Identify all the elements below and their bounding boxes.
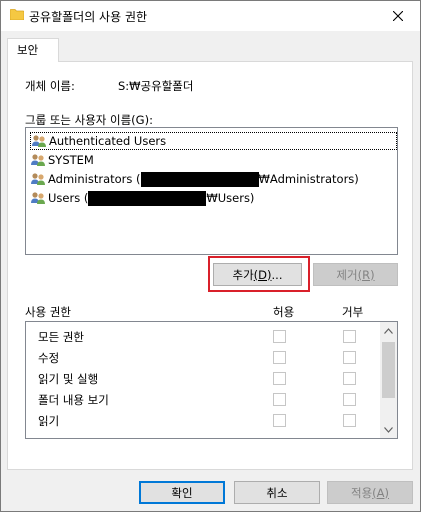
apply-button-label: 적용 — [350, 485, 373, 500]
deny-checkbox[interactable] — [343, 330, 356, 343]
folder-icon — [10, 9, 24, 20]
users-icon — [31, 173, 45, 185]
allow-checkbox[interactable] — [273, 351, 286, 364]
permission-label: 폴더 내용 보기 — [38, 393, 109, 407]
allow-checkbox[interactable] — [273, 330, 286, 343]
scroll-up-button[interactable] — [380, 322, 397, 339]
tab-security-label: 보안 — [17, 43, 39, 57]
user-item-authenticated-users[interactable]: Authenticated Users — [30, 132, 397, 150]
cancel-button[interactable]: 취소 — [234, 481, 320, 504]
user-item-suffix: ₩Administrators) — [258, 172, 359, 186]
apply-button-mnemonic: (A) — [372, 485, 389, 500]
redaction-bar — [88, 190, 207, 206]
permissions-header: 사용 권한 — [25, 305, 71, 319]
users-icon — [32, 135, 46, 147]
user-list[interactable]: Authenticated Users SYSTEM Administrator… — [25, 127, 398, 255]
permission-label: 모든 권한 — [38, 330, 84, 344]
permissions-scrollbar[interactable] — [380, 322, 397, 438]
title-bar: 공유할폴더의 사용 권한 — [1, 1, 420, 31]
object-name-label: 개체 이름: — [25, 79, 75, 93]
users-icon — [31, 154, 45, 166]
object-name-value: S:₩공유할폴더 — [118, 79, 194, 93]
user-item-suffix: ₩Users) — [206, 191, 255, 205]
add-button-highlight — [208, 256, 310, 292]
permission-label: 읽기 — [38, 414, 60, 428]
user-item-label: Authenticated Users — [49, 134, 167, 148]
close-button[interactable] — [376, 1, 420, 31]
permissions-list[interactable]: 모든 권한 수정 읽기 및 실행 폴더 내용 보기 읽기 — [25, 321, 398, 439]
chevron-down-icon — [384, 426, 393, 433]
user-item-label: SYSTEM — [48, 153, 94, 167]
window-title: 공유할폴더의 사용 권한 — [29, 10, 148, 24]
user-item-label: Users ( — [48, 191, 89, 205]
allow-checkbox[interactable] — [273, 393, 286, 406]
chevron-up-icon — [384, 327, 393, 334]
scroll-down-button[interactable] — [380, 421, 397, 438]
permission-label: 읽기 및 실행 — [38, 372, 99, 386]
permission-label: 수정 — [38, 351, 60, 365]
deny-checkbox[interactable] — [343, 372, 356, 385]
remove-button-label: 제거 — [336, 267, 358, 282]
tab-security[interactable]: 보안 — [7, 38, 59, 62]
cancel-button-label: 취소 — [266, 485, 288, 500]
groups-label: 그룹 또는 사용자 이름(G): — [25, 113, 153, 127]
allow-header: 허용 — [273, 305, 295, 319]
scroll-thumb[interactable] — [382, 342, 395, 398]
remove-button[interactable]: 제거 (R) — [313, 263, 398, 286]
redaction-bar — [140, 171, 259, 187]
deny-checkbox[interactable] — [343, 414, 356, 427]
deny-checkbox[interactable] — [343, 393, 356, 406]
close-icon — [393, 11, 403, 21]
user-item-administrators[interactable]: Administrators ( ₩Administrators) — [30, 170, 359, 188]
ok-button[interactable]: 확인 — [139, 481, 225, 504]
user-item-system[interactable]: SYSTEM — [30, 151, 94, 169]
ok-button-label: 확인 — [171, 485, 193, 500]
user-item-label: Administrators ( — [48, 172, 141, 186]
permissions-dialog: 공유할폴더의 사용 권한 보안 개체 이름: S:₩공유할폴더 그룹 또는 사용… — [0, 0, 421, 512]
deny-header: 거부 — [342, 305, 364, 319]
allow-checkbox[interactable] — [273, 372, 286, 385]
user-item-users[interactable]: Users ( ₩Users) — [30, 189, 254, 207]
users-icon — [31, 192, 45, 204]
apply-button[interactable]: 적용 (A) — [327, 481, 413, 504]
deny-checkbox[interactable] — [343, 351, 356, 364]
remove-button-mnemonic: (R) — [357, 267, 375, 282]
allow-checkbox[interactable] — [273, 414, 286, 427]
